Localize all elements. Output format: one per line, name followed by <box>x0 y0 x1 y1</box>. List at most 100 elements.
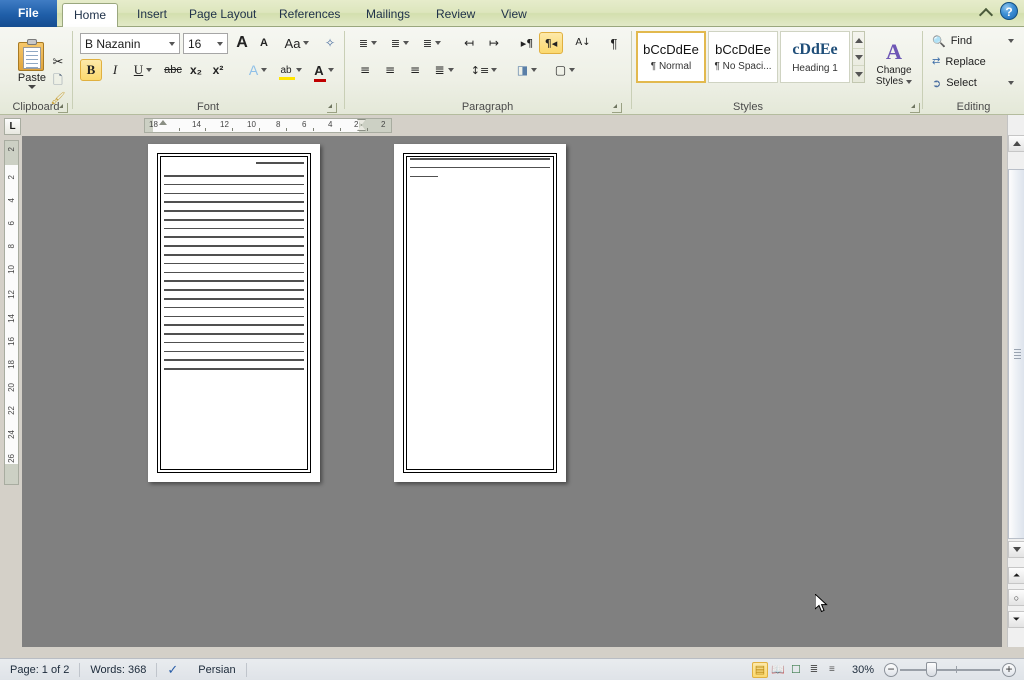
cut-button[interactable]: ✂ <box>48 53 68 71</box>
line-spacing-button[interactable]: ↕≡ <box>467 59 501 81</box>
paragraph-dialog-launcher[interactable] <box>612 103 622 113</box>
clipboard-dialog-launcher[interactable] <box>58 103 68 113</box>
collapse-ribbon-icon[interactable] <box>978 3 994 19</box>
styles-scroll-up-button[interactable] <box>853 32 864 49</box>
text-effects-button[interactable]: A <box>243 59 273 81</box>
tab-page-layout[interactable]: Page Layout <box>178 3 267 27</box>
vertical-ruler[interactable]: 2 2 4 6 8 10 12 14 16 18 20 22 24 26 <box>4 140 19 485</box>
strikethrough-button[interactable]: abc <box>161 59 185 81</box>
bold-button[interactable]: B <box>80 59 102 81</box>
style-item-heading-1[interactable]: cDdEe Heading 1 <box>780 31 850 83</box>
status-page-number[interactable]: Page: 1 of 2 <box>0 659 79 680</box>
view-outline-button[interactable]: ≣ <box>806 662 822 678</box>
zoom-level-label[interactable]: 30% <box>842 664 882 676</box>
next-page-button[interactable]: ⏷ <box>1008 611 1024 628</box>
scrollbar-thumb[interactable] <box>1008 169 1024 539</box>
zoom-out-button[interactable]: − <box>884 662 898 677</box>
zoom-in-button[interactable]: + <box>1002 662 1016 677</box>
subscript-button[interactable]: x₂ <box>185 59 207 81</box>
font-size-chevron-down-icon[interactable] <box>213 34 227 53</box>
vertical-scrollbar[interactable]: ⏶ ○ ⏷ <box>1007 115 1024 647</box>
align-left-button[interactable]: ≡ <box>353 59 377 81</box>
numbering-button[interactable]: ≣ <box>385 32 415 54</box>
zoom-slider-thumb[interactable] <box>926 662 937 677</box>
superscript-button[interactable]: x² <box>207 59 229 81</box>
first-line-indent-marker[interactable] <box>159 120 167 125</box>
font-name-combobox[interactable]: B Nazanin <box>80 33 180 54</box>
tab-selector-button[interactable]: L <box>4 118 21 135</box>
tab-insert[interactable]: Insert <box>126 3 178 27</box>
ribbon-group-clipboard: Paste ✂ 🗋 🖌 Clipboard <box>0 27 72 115</box>
horizontal-ruler[interactable]: 18 14 12 10 8 6 4 2 2 <box>144 118 392 133</box>
bullets-button[interactable]: ≣ <box>353 32 383 54</box>
styles-scroll-down-button[interactable] <box>853 49 864 66</box>
decrease-indent-button[interactable]: ↤ <box>457 32 481 54</box>
binoculars-icon: 🔍 <box>932 34 946 48</box>
font-size-combobox[interactable]: 16 <box>183 33 228 54</box>
styles-dialog-launcher[interactable] <box>910 103 920 113</box>
page-1-text-body[interactable] <box>164 162 304 377</box>
view-full-screen-reading-button[interactable]: 📖 <box>770 662 786 678</box>
font-dialog-launcher[interactable] <box>327 103 337 113</box>
tab-view[interactable]: View <box>490 3 538 27</box>
document-page-2[interactable] <box>394 144 566 482</box>
help-icon[interactable]: ? <box>1000 2 1018 20</box>
change-case-button[interactable]: Aa <box>281 32 313 54</box>
proofing-status-icon[interactable]: ✓ <box>157 659 188 680</box>
tab-mailings[interactable]: Mailings <box>355 3 421 27</box>
highlight-icon: ab <box>279 65 296 80</box>
grow-font-button[interactable]: A <box>231 32 253 54</box>
document-page-1[interactable] <box>148 144 320 482</box>
style-item-no-spacing[interactable]: bCcDdEe ¶ No Spaci... <box>708 31 778 83</box>
shrink-font-button[interactable]: A <box>253 32 275 54</box>
vruler-tick-12: 12 <box>7 290 16 299</box>
select-button[interactable]: ➲ Select <box>927 73 1019 93</box>
text-line <box>164 192 304 195</box>
rtl-text-direction-button[interactable]: ¶◂ <box>539 32 563 54</box>
align-right-button[interactable]: ≡ <box>403 59 427 81</box>
align-center-icon: ≡ <box>384 63 396 77</box>
vruler-tick-4: 4 <box>7 198 16 203</box>
scroll-down-button[interactable] <box>1008 541 1024 558</box>
text-highlight-button[interactable]: ab <box>276 59 306 81</box>
editing-group-label: Editing <box>956 101 991 113</box>
font-color-button[interactable]: A <box>309 59 339 82</box>
page-1-paragraph-lines <box>164 175 304 370</box>
page-2-text-body[interactable] <box>410 158 550 184</box>
find-button[interactable]: 🔍 Find <box>927 31 1019 51</box>
document-canvas[interactable] <box>22 136 1002 647</box>
style-item-normal[interactable]: bCcDdEe ¶ Normal <box>636 31 706 83</box>
tab-file[interactable]: File <box>0 0 57 27</box>
replace-button[interactable]: ⇄ Replace <box>927 52 1019 72</box>
shading-button[interactable]: ◨ <box>510 59 544 81</box>
previous-page-button[interactable]: ⏶ <box>1008 567 1024 584</box>
show-formatting-marks-button[interactable]: ¶ <box>603 32 625 54</box>
view-draft-button[interactable]: ≡ <box>824 662 840 678</box>
borders-button[interactable]: ▢ <box>548 59 582 81</box>
tab-home[interactable]: Home <box>62 3 119 28</box>
ribbon-group-styles: bCcDdEe ¶ Normal bCcDdEe ¶ No Spaci... c… <box>632 27 865 115</box>
font-name-chevron-down-icon[interactable] <box>165 34 179 53</box>
status-language[interactable]: Persian <box>188 659 245 680</box>
clear-formatting-button[interactable]: ✧ <box>318 32 342 54</box>
scroll-up-button[interactable] <box>1008 135 1024 152</box>
copy-button[interactable]: 🗋 <box>48 71 68 89</box>
change-styles-button[interactable]: A Change Styles <box>868 31 920 95</box>
multilevel-list-button[interactable]: ≣ <box>417 32 447 54</box>
italic-button[interactable]: I <box>104 59 126 81</box>
sort-button[interactable]: A↓ <box>571 32 595 54</box>
word-application-window: File Home Insert Page Layout References … <box>0 0 1024 680</box>
status-word-count[interactable]: Words: 368 <box>80 659 156 680</box>
underline-button[interactable]: U <box>128 59 158 81</box>
tab-review[interactable]: Review <box>425 3 486 27</box>
styles-more-button[interactable] <box>853 66 864 83</box>
zoom-slider[interactable] <box>900 662 1000 678</box>
tab-references[interactable]: References <box>268 3 351 27</box>
view-print-layout-button[interactable]: ▤ <box>751 661 768 678</box>
ltr-text-direction-button[interactable]: ▸¶ <box>515 32 539 54</box>
increase-indent-button[interactable]: ↦ <box>482 32 506 54</box>
justify-button[interactable]: ≣ <box>428 59 460 81</box>
align-center-button[interactable]: ≡ <box>378 59 402 81</box>
select-browse-object-button[interactable]: ○ <box>1008 589 1024 606</box>
view-web-layout-button[interactable]: ☐ <box>788 662 804 678</box>
